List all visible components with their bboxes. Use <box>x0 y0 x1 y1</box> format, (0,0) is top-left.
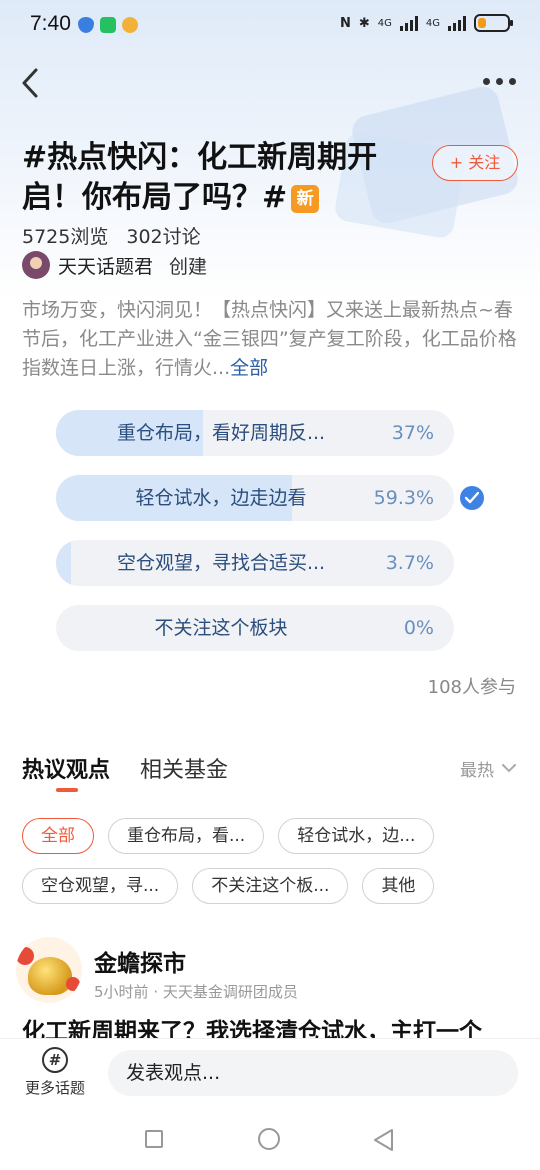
tab-related-funds[interactable]: 相关基金 <box>140 752 228 784</box>
poll-option-percent: 3.7% <box>385 552 434 574</box>
expand-description-link[interactable]: 全部 <box>230 357 268 379</box>
poll-option-label: 重仓布局，看好周期反... <box>116 422 326 444</box>
post-author-role: 天天基金调研团成员 <box>162 983 298 1001</box>
content-tabs: 热议观点 相关基金 <box>22 752 228 784</box>
sort-dropdown[interactable]: 最热 <box>460 756 516 781</box>
poll-option[interactable]: 空仓观望，寻找合适买... 3.7% <box>56 540 454 586</box>
poll-option-label: 空仓观望，寻找合适买... <box>116 552 326 574</box>
creator-name[interactable]: 天天话题君 <box>58 252 153 279</box>
hashtag-icon: # <box>42 1047 68 1073</box>
poll-option-label: 轻仓试水，边走边看 <box>135 487 307 509</box>
network-type: 4G <box>425 17 440 29</box>
status-time: 7:40 <box>30 12 71 35</box>
filter-chip[interactable]: 空仓观望，寻... <box>22 868 179 904</box>
view-count: 5725浏览 <box>22 226 109 248</box>
selected-check-icon <box>460 486 484 510</box>
filter-chip-other[interactable]: 其他 <box>362 868 435 904</box>
filter-chip-all[interactable]: 全部 <box>22 818 94 854</box>
poll-option-percent: 0% <box>403 617 434 639</box>
post-time: 5小时前 <box>94 983 149 1001</box>
poll-option-percent: 59.3% <box>373 487 434 509</box>
topic-title-text: #热点快闪：化工新周期开启！你布局了吗？# <box>22 140 378 215</box>
poll: 重仓布局，看好周期反... 37% 轻仓试水，边走边看 59.3% 空仓观望，寻找合适买… <box>56 410 454 670</box>
creator-action: 创建 <box>169 255 208 278</box>
nav-back-icon[interactable] <box>372 1128 394 1152</box>
signal-icon <box>399 15 418 31</box>
poll-option[interactable]: 重仓布局，看好周期反... 37% <box>56 410 454 456</box>
filter-chip[interactable]: 重仓布局，看... <box>108 818 265 854</box>
system-navigation-bar <box>0 1110 540 1170</box>
nfc-icon: N <box>339 15 351 31</box>
post-meta: 5小时前 · 天天基金调研团成员 <box>94 983 298 1001</box>
description-text: 市场万变，快闪洞见！【热点快闪】又来送上最新热点~春节后，化工产业进入“金三银四… <box>22 299 517 379</box>
filter-chip[interactable]: 不关注这个板... <box>192 868 349 904</box>
status-bar: 7:40 N ✱ 4G 4G <box>0 0 540 50</box>
topic-description: 市场万变，快闪洞见！【热点快闪】又来送上最新热点~春节后，化工产业进入“金三银四… <box>22 296 518 383</box>
back-icon[interactable] <box>18 66 42 100</box>
poll-option[interactable]: 不关注这个板块 0% <box>56 605 454 651</box>
more-options-icon[interactable] <box>483 78 516 85</box>
home-icon[interactable] <box>258 1128 280 1150</box>
battery-icon <box>474 14 513 32</box>
wechat-icon <box>100 17 116 33</box>
poll-option-percent: 37% <box>391 422 434 444</box>
signal-icon <box>448 15 466 31</box>
sort-label: 最热 <box>460 761 494 781</box>
status-app-icons <box>78 17 138 33</box>
post-author-avatar[interactable] <box>16 937 82 1003</box>
recent-apps-icon[interactable] <box>145 1130 163 1148</box>
topic-creator[interactable]: 天天话题君 创建 <box>22 251 207 279</box>
network-type: 4G <box>377 17 392 29</box>
more-topics-label: 更多话题 <box>24 1079 85 1097</box>
participant-count: 108人参与 <box>427 677 516 698</box>
follow-button[interactable]: + 关注 <box>432 145 518 181</box>
discussion-count: 302讨论 <box>126 226 201 248</box>
poll-option-label: 不关注这个板块 <box>154 617 288 639</box>
opinion-input[interactable]: 发表观点... <box>108 1050 518 1096</box>
weibo-icon <box>122 17 138 33</box>
topic-stats: 5725浏览 302讨论 <box>22 222 201 249</box>
filter-chips: 全部 重仓布局，看... 轻仓试水，边... 空仓观望，寻... 不关注这个板.… <box>22 818 522 918</box>
chevron-down-icon <box>502 764 516 773</box>
topic-title: #热点快闪：化工新周期开启！你布局了吗？# 新 <box>22 138 412 218</box>
creator-avatar[interactable] <box>22 251 50 279</box>
bottom-action-bar: # 更多话题 发表观点... <box>0 1038 540 1110</box>
poll-option[interactable]: 轻仓试水，边走边看 59.3% <box>56 475 454 521</box>
post-author-name[interactable]: 金蟾探市 <box>94 944 186 978</box>
more-topics-button[interactable]: # 更多话题 <box>20 1047 90 1098</box>
new-badge: 新 <box>291 185 320 213</box>
filter-chip[interactable]: 轻仓试水，边... <box>278 818 435 854</box>
tab-hot-opinions[interactable]: 热议观点 <box>22 752 110 784</box>
status-indicators: N ✱ 4G 4G <box>339 14 513 32</box>
active-tab-indicator <box>56 788 78 792</box>
shield-app-icon <box>78 17 94 33</box>
bluetooth-icon: ✱ <box>358 15 370 31</box>
